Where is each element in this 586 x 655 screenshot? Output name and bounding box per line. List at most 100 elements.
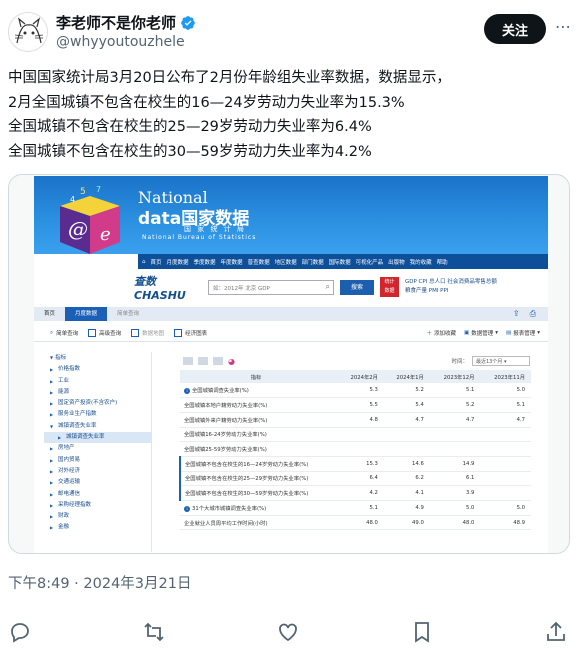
svg-text:5: 5 <box>80 187 86 197</box>
table-view-icon <box>183 357 193 365</box>
column-header: 2023年11月 <box>480 370 531 383</box>
table-cell <box>429 427 481 443</box>
reply-icon[interactable] <box>8 620 32 644</box>
nav-item: 出版物 <box>388 259 405 266</box>
table-cell: 49.0 <box>383 515 430 531</box>
tweet-line: 中国国家统计局3月20日公布了2月份年龄组失业率数据，数据显示， <box>8 70 451 86</box>
table-cell: 5.0 <box>480 500 531 516</box>
table-cell <box>480 485 531 501</box>
print-icon: ⎙ <box>529 309 536 318</box>
tree-item: 能源 <box>44 387 151 399</box>
tree-item: 交通运输 <box>44 477 151 489</box>
tree-item: 服务业生产指数 <box>44 409 151 421</box>
nav-item: 国际数据 <box>328 259 351 266</box>
table-cell: 48.0 <box>338 515 384 531</box>
site-banner: @ e 5 7 4 National data国家数据 国 家 统 计 局 Na… <box>34 176 548 254</box>
table-cell: 14.6 <box>383 456 430 472</box>
unemployment-table: 指标 2024年2月 2024年1月 2023年12月 2023年11月 i 全国… <box>179 370 531 531</box>
table-cell <box>480 441 531 457</box>
tree-item: 财政 <box>44 511 151 523</box>
site-search: 查数 CHASHU 如：2012年 北京 GDP ⌕ 搜索 统计 数据 GDP C… <box>134 275 497 302</box>
table-row: 企业就业人员周平均工作时间(小时) 48.0 49.0 48.0 48.9 <box>180 515 531 531</box>
row-label: 全国城镇16-24岁劳动力失业率(%) <box>180 427 338 443</box>
bar-chart-icon <box>198 357 208 365</box>
repost-icon[interactable] <box>142 620 166 644</box>
nav-item: 年度数据 <box>220 259 243 266</box>
tree-item: 对外经济 <box>44 466 151 478</box>
info-icon: i <box>184 388 190 395</box>
row-label: 全国城镇不包含在校生的30—59岁劳动力失业率(%) <box>179 485 338 501</box>
table-row: 全国城镇不包含在校生的16—24岁劳动力失业率(%) 15.3 14.6 14.9 <box>179 456 531 472</box>
table-cell: 4.1 <box>383 485 430 501</box>
table-cell <box>480 427 531 443</box>
table-cell: 4.7 <box>383 412 430 428</box>
share-icon[interactable] <box>544 620 568 644</box>
bookmark-icon[interactable] <box>410 620 434 644</box>
table-row: 全国城镇外来户籍劳动力失业率(%) 4.8 4.7 4.7 4.7 <box>180 412 531 428</box>
svg-text:e: e <box>100 224 111 245</box>
line-chart-icon <box>213 357 223 365</box>
share-icon: ⇪ <box>512 309 520 318</box>
table-cell: 5.3 <box>338 383 384 399</box>
data-cube-logo-icon: @ e 5 7 4 <box>60 185 120 254</box>
info-icon: i <box>184 505 190 512</box>
add-icon: ＋ <box>426 331 433 337</box>
row-label: 全国城镇外来户籍劳动力失业率(%) <box>180 412 338 428</box>
table-cell: 4.9 <box>383 500 430 516</box>
breadcrumb-item: 首页 <box>44 311 56 317</box>
data-manage-icon: ▣ <box>464 330 470 336</box>
table-cell: 3.9 <box>429 485 481 501</box>
indicator-tree: 指标 价格指数 工业 能源 固定资产投资(不含农户) 服务业生产指数 城镇调查失… <box>44 352 152 552</box>
verified-badge-icon <box>181 15 195 30</box>
author-name[interactable]: 李老师不是你老师 <box>56 12 176 33</box>
nav-item: 季度数据 <box>193 259 216 266</box>
search-icon: ⌕ <box>50 329 54 336</box>
tweet-timestamp[interactable]: 下午8:49 · 2024年3月21日 <box>8 572 191 593</box>
table-cell: 5.5 <box>338 397 384 413</box>
table-cell: 6.4 <box>338 471 384 487</box>
nav-item: 部门数据 <box>301 259 324 266</box>
tree-item: 金融 <box>44 522 151 534</box>
table-cell: 4.2 <box>338 485 384 501</box>
author-handle[interactable]: @whyyoutouzhele <box>56 34 185 50</box>
tweet-line: 全国城镇不包含在校生的30—59岁劳动力失业率为4.2% <box>8 143 372 160</box>
follow-button[interactable]: 关注 <box>484 14 546 44</box>
table-cell: 5.0 <box>480 383 531 399</box>
nav-item: 我的收藏 <box>409 259 432 266</box>
tree-item: 价格指数 <box>44 364 151 376</box>
more-options-icon[interactable]: ⋯ <box>552 18 574 40</box>
tree-item: 房地产 <box>44 443 151 455</box>
row-label: 企业就业人员周平均工作时间(小时) <box>180 515 338 531</box>
tweet-line: 2月全国城镇不包含在校生的16—24岁劳动力失业率为15.3% <box>8 94 405 111</box>
search-icon: ⌕ <box>325 281 330 291</box>
stats-data-button: 统计 数据 <box>380 277 399 297</box>
breadcrumb: 首页 月度数据 简单查询 ⇪ ⎙ <box>34 307 548 321</box>
like-icon[interactable] <box>276 620 300 644</box>
column-header: 2024年1月 <box>383 370 430 383</box>
query-toolbar: ⌕ 简单查询 高级查询 数据地图 经济图表 ＋添加收藏 ▣ 数据管理 ▾ ▤ 报表管理 ▾ <box>34 325 548 342</box>
table-cell: 48.0 <box>429 515 481 531</box>
tweet-actions <box>0 620 586 644</box>
avatar[interactable] <box>8 12 48 52</box>
row-label: 全国城镇25-59岁劳动力失业率(%) <box>180 441 338 457</box>
brand-bureau-en: National Bureau of Statistics <box>142 234 257 241</box>
breadcrumb-item-active: 月度数据 <box>65 307 108 321</box>
table-cell: 5.1 <box>429 383 481 399</box>
tree-item-open: 城镇调查失业率 <box>44 421 151 433</box>
table-row: i 全国城镇调查失业率(%) 5.3 5.2 5.1 5.0 <box>180 383 531 399</box>
svg-text:4: 4 <box>70 195 75 204</box>
table-cell: 4.7 <box>480 412 531 428</box>
row-label: i 31个大城市城镇调查失业率(%) <box>180 500 338 516</box>
tweet-media[interactable]: @ e 5 7 4 National data国家数据 国 家 统 计 局 Na… <box>8 174 570 554</box>
row-label: 全国城镇本地户籍劳动力失业率(%) <box>180 397 338 413</box>
table-cell: 14.9 <box>429 456 481 472</box>
site-search-button: 搜索 <box>340 279 374 295</box>
chart-icon <box>174 329 183 337</box>
table-cell <box>480 471 531 487</box>
nav-item: 地区数据 <box>274 259 297 266</box>
nav-item: 首页 <box>150 259 162 266</box>
data-table-panel: ◕ 时间： 最近13个月 ▾ 指标 2024年2月 2024年1月 2023年12… <box>179 352 548 552</box>
table-row: 全国城镇16-24岁劳动力失业率(%) <box>180 427 531 443</box>
column-header: 2023年12月 <box>429 370 481 383</box>
table-cell <box>383 427 430 443</box>
